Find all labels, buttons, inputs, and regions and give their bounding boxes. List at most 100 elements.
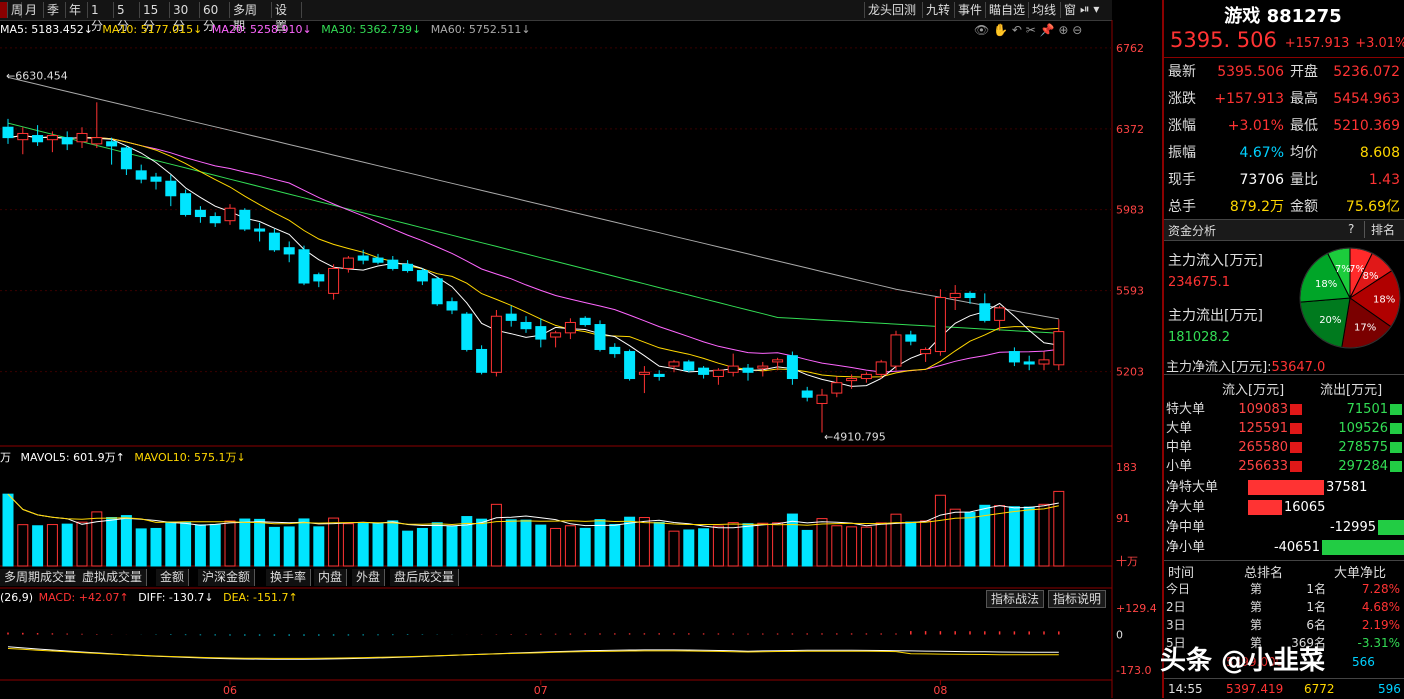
tick-volume: 6772	[1304, 682, 1335, 696]
price-tick-label: 5593	[1116, 285, 1144, 298]
sub-tab-1[interactable]: 虚拟成交量	[78, 569, 148, 586]
dea-label: DEA: -151.7↑	[223, 591, 298, 604]
indicator-help-button[interactable]: 指标说明	[1048, 590, 1107, 608]
pie-slice-label: 18%	[1315, 279, 1337, 290]
quote-value: 5454.963	[1333, 91, 1400, 107]
divider	[1164, 560, 1404, 561]
sub-tab-2[interactable]: 金额	[156, 569, 190, 586]
price-tick-label: 6762	[1116, 42, 1144, 55]
divider	[1164, 374, 1404, 375]
candle-body	[431, 278, 443, 305]
fund-pie-chart: 7%8%18%17%20%18%7%	[1299, 247, 1401, 349]
net-flow-row: 净大单 16065	[1166, 498, 1402, 517]
candle-body	[564, 321, 576, 334]
rank-row: 今日 第 1名 7.28%	[1166, 580, 1402, 598]
indicator-strategy-button[interactable]: 指标战法	[986, 590, 1045, 608]
help-icon[interactable]: ?	[1348, 222, 1354, 236]
candle-body	[786, 355, 798, 380]
price-tick-label: 6372	[1116, 123, 1144, 136]
candle-body	[91, 137, 103, 145]
candle-body	[505, 313, 517, 321]
volume-bar	[579, 527, 591, 567]
quote-value: 8.608	[1359, 145, 1400, 161]
candle-body	[949, 292, 961, 299]
candle-body	[446, 301, 458, 311]
flow-row: 小单 256633 297284	[1166, 457, 1402, 476]
sub-tab-7[interactable]: 盘后成交量	[390, 569, 460, 586]
fund-header: 资金分析 ? 排名	[1164, 219, 1404, 241]
flow-in-marker	[1290, 423, 1302, 434]
last-price: 5395. 506	[1170, 28, 1277, 52]
rank-value: 1名	[1306, 582, 1326, 596]
volume-bar	[816, 518, 828, 567]
volume-bar	[1053, 490, 1065, 567]
net-flow-label: 净大单	[1166, 500, 1206, 515]
net-flow-row: 净小单 -40651	[1166, 538, 1404, 557]
candle-body	[1038, 359, 1050, 365]
volume-bar	[890, 513, 902, 567]
rank-prefix: 第	[1250, 618, 1263, 632]
x-tick-label: 08	[933, 684, 947, 697]
quote-label: 现手	[1168, 172, 1196, 188]
volume-bar	[254, 518, 266, 567]
volume-bar	[564, 525, 576, 567]
candle-body	[846, 378, 858, 382]
volume-bar	[150, 527, 162, 567]
net-flow-bar	[1248, 500, 1282, 515]
net-inflow-label: 主力净流入[万元]:	[1166, 360, 1272, 375]
volume-bar	[76, 521, 88, 567]
volume-bar	[17, 524, 29, 567]
volume-bar	[550, 527, 562, 567]
volume-bar	[772, 522, 784, 567]
volume-bar	[61, 523, 73, 567]
volume-bar	[638, 517, 650, 567]
net-inflow: 主力净流入[万元]:53647.0	[1166, 356, 1325, 375]
volume-bar	[357, 522, 369, 567]
outflow-value: 181028.2	[1168, 330, 1231, 345]
sub-tab-3[interactable]: 沪深金额	[198, 569, 256, 586]
rank-ratio: -3.31%	[1357, 636, 1400, 650]
outflow-label: 主力流出[万元]	[1168, 308, 1263, 324]
price-change: +157.913	[1284, 36, 1350, 51]
macd-tick-label: +129.4	[1116, 602, 1157, 615]
rank-ratio: 7.28%	[1361, 582, 1400, 596]
volume-tick-label: 91	[1116, 512, 1130, 525]
sub-tab-5[interactable]: 内盘	[314, 569, 348, 586]
quote-value: 4.67%	[1239, 145, 1284, 161]
instrument-code: 881275	[1266, 6, 1342, 27]
flow-out-marker	[1390, 404, 1402, 415]
volume-bar	[431, 522, 443, 567]
candle-body	[698, 367, 710, 375]
candle-body	[194, 209, 206, 218]
volume-bar	[1008, 506, 1020, 567]
macd-label: MACD: +42.07↑	[38, 591, 129, 604]
sub-tab-6[interactable]: 外盘	[352, 569, 386, 586]
tick-extra: 596	[1378, 682, 1401, 696]
candle-body	[17, 132, 29, 141]
volume-bar	[180, 521, 192, 567]
quote-value: 5395.506	[1217, 64, 1284, 80]
flow-in-marker	[1290, 404, 1302, 415]
volume-bar	[875, 522, 887, 567]
quote-label: 开盘	[1290, 64, 1318, 80]
quote-label: 总手	[1168, 199, 1196, 215]
mavol5-label: MAVOL5: 601.9万↑	[20, 451, 125, 464]
candle-body	[46, 135, 58, 141]
candle-body	[964, 292, 976, 299]
candle-body	[979, 303, 991, 321]
volume-bar	[372, 523, 384, 567]
flow-out-value: 278575	[1338, 440, 1388, 455]
flow-in-marker	[1290, 461, 1302, 472]
rank-button[interactable]: 排名	[1364, 221, 1395, 238]
volume-bar	[416, 527, 428, 567]
net-flow-bar	[1378, 520, 1404, 535]
candle-body	[61, 137, 73, 145]
volume-bar	[387, 520, 399, 567]
low-annotation: ←4910.795	[824, 431, 886, 444]
rank-ratio: 2.19%	[1361, 618, 1400, 632]
sub-tab-0[interactable]: 多周期成交量	[0, 569, 82, 586]
rank-time-header: 时间	[1168, 566, 1195, 581]
volume-bar	[934, 494, 946, 567]
sub-tab-4[interactable]: 换手率	[266, 569, 312, 586]
diff-label: DIFF: -130.7↓	[138, 591, 214, 604]
